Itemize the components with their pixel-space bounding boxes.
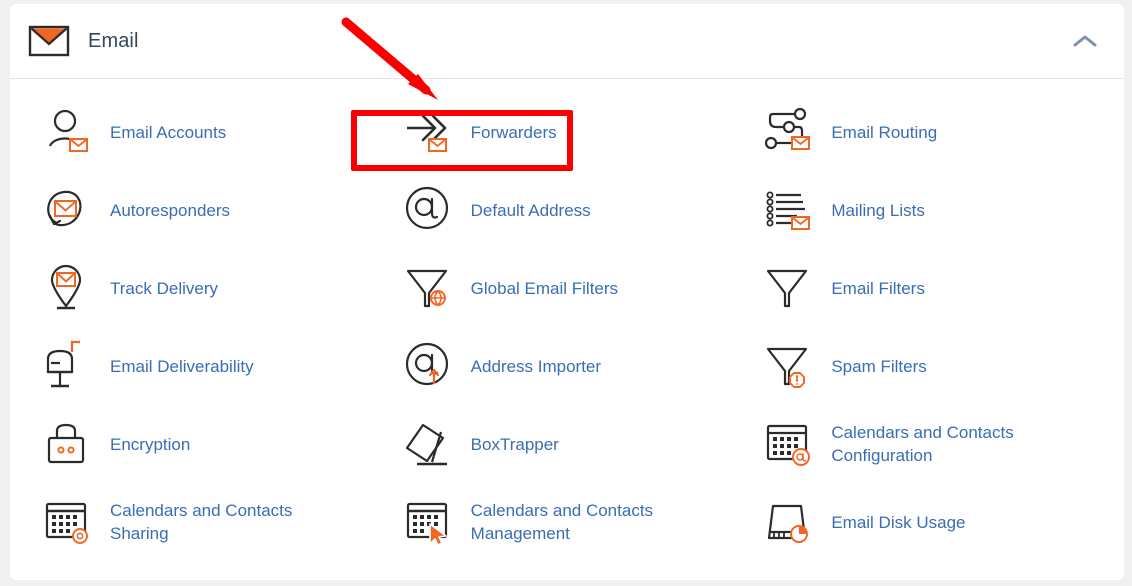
tool-autoresponders[interactable]: Autoresponders — [26, 171, 387, 249]
funnel-warning-icon — [761, 338, 817, 394]
tool-boxtrapper[interactable]: BoxTrapper — [387, 405, 748, 483]
email-section-card: Email Email Accounts Forwarders Email Ro… — [10, 4, 1124, 580]
email-section-header[interactable]: Email — [10, 4, 1124, 79]
tool-email-routing[interactable]: Email Routing — [747, 93, 1108, 171]
map-pin-envelope-icon — [40, 260, 96, 316]
calendar-at-icon — [761, 416, 817, 472]
tool-mailing-lists[interactable]: Mailing Lists — [747, 171, 1108, 249]
page-title: Email — [88, 29, 139, 52]
mailbox-flag-icon — [40, 338, 96, 394]
funnel-icon — [761, 260, 817, 316]
tool-spam-filters[interactable]: Spam Filters — [747, 327, 1108, 405]
tool-label: Email Deliverability — [110, 356, 254, 376]
at-circle-icon — [401, 182, 457, 238]
padlock-icon — [40, 416, 96, 472]
tool-label: Calendars and Contacts Management — [470, 501, 654, 543]
tool-email-disk-usage[interactable]: Email Disk Usage — [747, 483, 1108, 561]
tool-label: Email Filters — [831, 278, 925, 298]
calendar-gear-icon — [40, 494, 96, 550]
loop-arrow-envelope-icon — [40, 182, 96, 238]
at-upload-icon — [401, 338, 457, 394]
page-root: Email Email Accounts Forwarders Email Ro… — [0, 0, 1132, 586]
list-envelope-icon — [761, 182, 817, 238]
envelope-icon — [27, 21, 71, 61]
tool-label: Email Routing — [831, 122, 938, 142]
tool-address-importer[interactable]: Address Importer — [387, 327, 748, 405]
routing-nodes-envelope-icon — [761, 104, 817, 160]
chevron-up-icon[interactable] — [1068, 24, 1102, 58]
tool-email-filters[interactable]: Email Filters — [747, 249, 1108, 327]
tool-label: Address Importer — [470, 356, 602, 376]
tool-label: Track Delivery — [110, 278, 218, 298]
tool-label: Default Address — [470, 200, 591, 220]
tool-label: Calendars and Contacts Configuration — [831, 423, 1014, 465]
tool-track-delivery[interactable]: Track Delivery — [26, 249, 387, 327]
user-envelope-icon — [40, 104, 96, 160]
tool-label: Forwarders — [470, 122, 557, 142]
tool-label: Spam Filters — [831, 356, 927, 376]
tool-calendars-contacts-management[interactable]: Calendars and Contacts Management — [387, 483, 748, 561]
tool-calendars-contacts-configuration[interactable]: Calendars and Contacts Configuration — [747, 405, 1108, 483]
tool-email-deliverability[interactable]: Email Deliverability — [26, 327, 387, 405]
tool-calendars-contacts-sharing[interactable]: Calendars and Contacts Sharing — [26, 483, 387, 561]
tool-email-accounts[interactable]: Email Accounts — [26, 93, 387, 171]
funnel-globe-icon — [401, 260, 457, 316]
tool-label: Mailing Lists — [831, 200, 925, 220]
tool-default-address[interactable]: Default Address — [387, 171, 748, 249]
tool-label: BoxTrapper — [470, 434, 559, 454]
tool-forwarders[interactable]: Forwarders — [387, 93, 748, 171]
email-tools-grid: Email Accounts Forwarders Email Routing … — [10, 79, 1124, 571]
tool-label: Encryption — [110, 434, 191, 454]
box-trap-icon — [401, 416, 457, 472]
tool-label: Email Accounts — [110, 122, 227, 142]
tool-label: Email Disk Usage — [831, 512, 966, 532]
calendar-cursor-icon — [401, 494, 457, 550]
forward-arrows-envelope-icon — [401, 104, 457, 160]
disk-pie-icon — [761, 494, 817, 550]
tool-label: Global Email Filters — [470, 278, 619, 298]
tool-encryption[interactable]: Encryption — [26, 405, 387, 483]
tool-label: Calendars and Contacts Sharing — [110, 501, 293, 543]
tool-label: Autoresponders — [110, 200, 231, 220]
tool-global-email-filters[interactable]: Global Email Filters — [387, 249, 748, 327]
